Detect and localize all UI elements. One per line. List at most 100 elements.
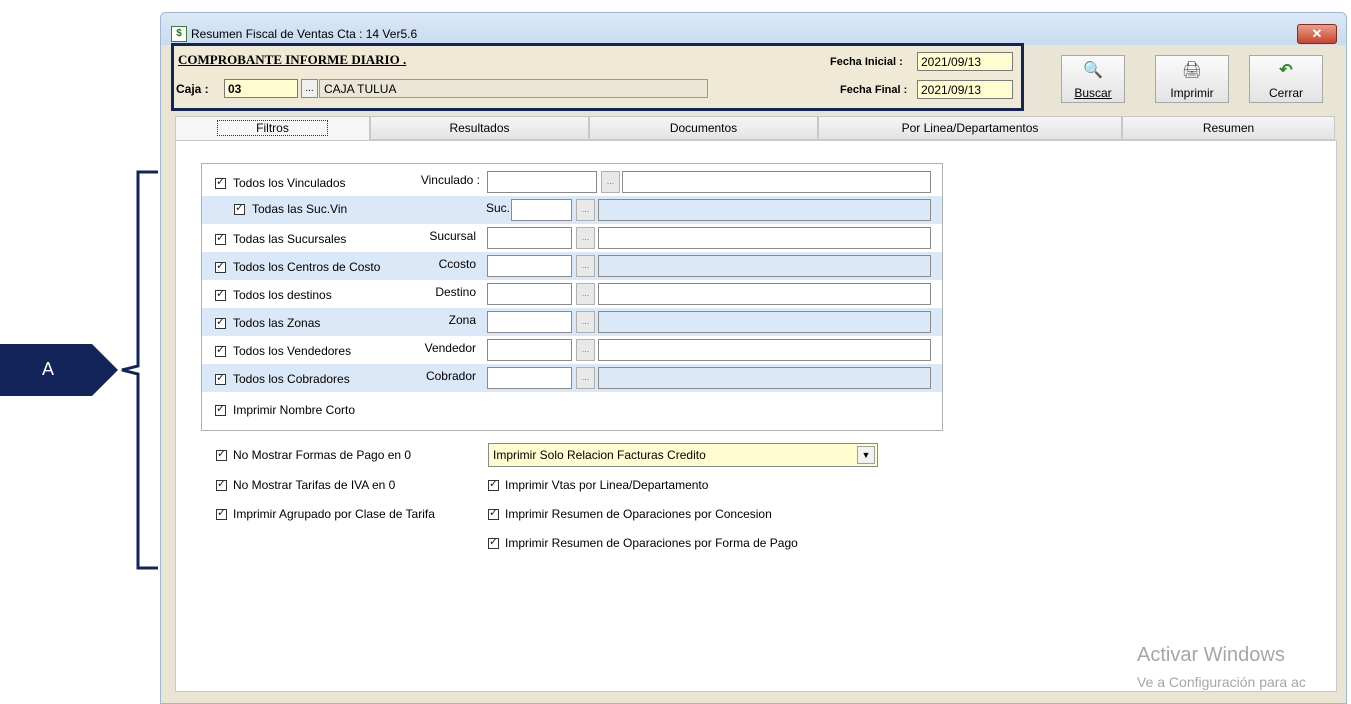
cobrador-label: Cobrador	[425, 369, 476, 383]
printer-icon: 🖨	[1181, 62, 1203, 79]
destino-name-input[interactable]	[598, 283, 931, 305]
buscar-button[interactable]: 🔍 Buscar	[1061, 55, 1125, 103]
search-icon: 🔍	[1083, 62, 1103, 79]
checkbox-sucursales[interactable]	[215, 231, 226, 245]
close-window-button[interactable]: ✕	[1297, 24, 1337, 44]
checkbox-destinos[interactable]	[215, 287, 226, 301]
undo-arrow-icon: ↶	[1279, 62, 1293, 79]
tab-resumen[interactable]: Resumen	[1122, 116, 1335, 140]
filter-row-suc-vin: Todas las Suc.Vin Suc. ...	[202, 196, 942, 224]
filter-row-zona: Todos las Zonas Zona ...	[202, 308, 942, 336]
relacion-select-value: Imprimir Solo Relacion Facturas Credito	[493, 448, 706, 462]
sucursal-lookup-button[interactable]: ...	[576, 227, 595, 249]
checkbox-no-tarifas-iva[interactable]	[216, 477, 227, 491]
report-title: COMPROBANTE INFORME DIARIO .	[178, 52, 407, 67]
ccosto-label: Ccosto	[438, 257, 476, 271]
vinculado-code-input[interactable]	[487, 171, 597, 193]
checkbox-vinculados[interactable]	[215, 175, 226, 189]
fecha-inicial-field[interactable]: 2021/09/13	[917, 52, 1013, 71]
checkbox-ccosto-label: Todos los Centros de Costo	[233, 260, 381, 274]
checkbox-no-formas-pago[interactable]	[216, 447, 227, 461]
filter-row-vendedor: Todos los Vendedores Vendedor ...	[202, 336, 942, 364]
resumen-concesion-label: Imprimir Resumen de Oparaciones por Conc…	[505, 507, 772, 521]
checkbox-agrupado-clase[interactable]	[216, 506, 227, 520]
cobrador-name-input[interactable]	[598, 367, 931, 389]
suc-name-input[interactable]	[598, 199, 931, 221]
filter-row-sucursales: Todas las Sucursales Sucursal ...	[202, 224, 942, 252]
checkbox-ccosto[interactable]	[215, 259, 226, 273]
zona-code-input[interactable]	[487, 311, 572, 333]
ccosto-name-input[interactable]	[598, 255, 931, 277]
checkbox-vtas-linea[interactable]	[488, 477, 499, 491]
suc-lookup-button[interactable]: ...	[576, 199, 595, 221]
checkbox-cobradores[interactable]	[215, 371, 226, 385]
caja-label: Caja :	[176, 82, 209, 96]
chevron-down-icon[interactable]: ▼	[857, 446, 875, 464]
resumen-forma-pago-label: Imprimir Resumen de Oparaciones por Form…	[505, 536, 798, 550]
fecha-final-field[interactable]: 2021/09/13	[917, 80, 1013, 99]
tab-filtros[interactable]: Filtros	[175, 116, 370, 140]
checkbox-nombre-corto[interactable]	[215, 402, 226, 416]
no-formas-pago-label: No Mostrar Formas de Pago en 0	[233, 448, 412, 462]
cerrar-label: Cerrar	[1268, 86, 1303, 100]
filter-row-destino: Todos los destinos Destino ...	[202, 280, 942, 308]
fecha-final-label: Fecha Final :	[840, 84, 908, 96]
cobrador-lookup-button[interactable]: ...	[576, 367, 595, 389]
no-tarifas-iva-label: No Mostrar Tarifas de IVA en 0	[233, 478, 396, 492]
cerrar-button[interactable]: ↶ Cerrar	[1249, 55, 1323, 103]
filter-row-ccosto: Todos los Centros de Costo Ccosto ...	[202, 252, 942, 280]
checkbox-cobradores-label: Todos los Cobradores	[233, 372, 350, 386]
checkbox-vendedores[interactable]	[215, 343, 226, 357]
app-icon: $	[171, 26, 187, 42]
sucursal-code-input[interactable]	[487, 227, 572, 249]
annotation-callout-a: A	[0, 344, 118, 396]
zona-lookup-button[interactable]: ...	[576, 311, 595, 333]
vendedor-lookup-button[interactable]: ...	[576, 339, 595, 361]
tab-por-linea[interactable]: Por Linea/Departamentos	[818, 116, 1122, 140]
ccosto-code-input[interactable]	[487, 255, 572, 277]
windows-activation-subtitle: Ve a Configuración para ac	[1137, 674, 1306, 690]
window-title: Resumen Fiscal de Ventas Cta : 14 Ver5.6	[191, 27, 418, 41]
cobrador-code-input[interactable]	[487, 367, 572, 389]
vendedor-name-input[interactable]	[598, 339, 931, 361]
checkbox-resumen-forma-pago[interactable]	[488, 535, 499, 549]
sucursal-name-input[interactable]	[598, 227, 931, 249]
checkbox-suc-vin[interactable]	[234, 201, 245, 215]
imprimir-label: Imprimir	[1170, 86, 1214, 100]
app-window: $ Resumen Fiscal de Ventas Cta : 14 Ver5…	[160, 12, 1347, 704]
tab-bar: Filtros Resultados Documentos Por Linea/…	[175, 116, 1335, 140]
caja-name-field: CAJA TULUA	[319, 79, 708, 98]
callout-arrow-shape	[0, 344, 118, 396]
caja-lookup-button[interactable]: ...	[301, 79, 318, 98]
ccosto-lookup-button[interactable]: ...	[576, 255, 595, 277]
vendedor-code-input[interactable]	[487, 339, 572, 361]
filtros-panel: Todos los Vinculados Vinculado : ... Tod…	[175, 140, 1337, 692]
destino-lookup-button[interactable]: ...	[576, 283, 595, 305]
tab-resultados[interactable]: Resultados	[370, 116, 589, 140]
suc-code-input[interactable]	[511, 199, 572, 221]
title-bar: $ Resumen Fiscal de Ventas Cta : 14 Ver5…	[161, 13, 1346, 45]
caja-code-field[interactable]: 03	[224, 79, 298, 98]
tab-documentos[interactable]: Documentos	[589, 116, 818, 140]
checkbox-vendedores-label: Todos los Vendedores	[233, 344, 352, 358]
agrupado-clase-label: Imprimir Agrupado por Clase de Tarifa	[233, 507, 435, 521]
callout-label: A	[42, 359, 55, 379]
relacion-select[interactable]: Imprimir Solo Relacion Facturas Credito …	[488, 443, 878, 467]
suc-label: Suc.	[485, 201, 510, 215]
annotation-bracket	[121, 170, 158, 570]
vtas-linea-label: Imprimir Vtas por Linea/Departamento	[505, 478, 709, 492]
checkbox-resumen-concesion[interactable]	[488, 506, 499, 520]
windows-activation-title: Activar Windows	[1137, 644, 1285, 666]
destino-label: Destino	[435, 285, 476, 299]
vinculado-name-input[interactable]	[622, 171, 931, 193]
zona-name-input[interactable]	[598, 311, 931, 333]
filter-row-cobrador: Todos los Cobradores Cobrador ...	[202, 364, 942, 392]
vinculado-lookup-button[interactable]: ...	[601, 171, 620, 193]
destino-code-input[interactable]	[487, 283, 572, 305]
imprimir-button[interactable]: 🖨 Imprimir	[1155, 55, 1229, 103]
buscar-label: Buscar	[1074, 86, 1112, 100]
checkbox-zonas[interactable]	[215, 315, 226, 329]
checkbox-nombre-corto-label: Imprimir Nombre Corto	[233, 403, 356, 417]
sucursal-label: Sucursal	[429, 229, 476, 243]
filter-row-nombre-corto: Imprimir Nombre Corto	[202, 396, 942, 424]
